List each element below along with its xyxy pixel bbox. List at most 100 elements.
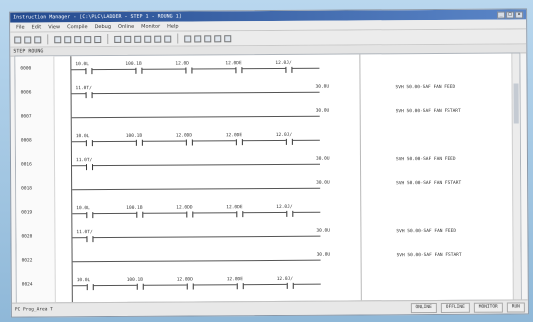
contact[interactable]: 10.0L	[76, 206, 104, 219]
save-icon[interactable]	[34, 35, 42, 43]
contact-address: 100.1B	[126, 205, 143, 211]
step-number: 0022	[21, 258, 33, 264]
ladder-rung[interactable]: 0022 30.0U SVH 50.00-SAF FAN FSTART	[17, 250, 462, 271]
contact-symbol-icon	[135, 139, 143, 146]
output-coil[interactable]: 30.0U	[316, 157, 330, 162]
contact-address: 10.0L	[75, 134, 90, 140]
contact[interactable]: 11.0T/	[76, 158, 104, 171]
minimize-button[interactable]: _	[497, 11, 506, 19]
contact[interactable]: 12.0J/	[277, 277, 305, 289]
coil-icon[interactable]	[134, 35, 142, 43]
contact-symbol-icon	[186, 211, 194, 218]
ladder-rung[interactable]: 0018 30.0U SVH 50.00-SAF FAN FSTART	[16, 178, 461, 199]
contact-address: 12.0DD	[175, 133, 193, 139]
contact[interactable]: 12.0DD	[176, 205, 204, 218]
contact-address: 11.0T/	[76, 230, 93, 236]
contact-address: 100.1B	[125, 61, 142, 67]
contact[interactable]: 12.0DD	[175, 133, 204, 146]
contact-address: 12.0J/	[276, 276, 293, 282]
contact-symbol-icon	[86, 212, 94, 219]
copy-icon[interactable]	[64, 35, 72, 43]
contact[interactable]: 100.1B	[125, 62, 153, 74]
redo-icon[interactable]	[94, 35, 102, 43]
contact[interactable]: 100.1B	[127, 278, 155, 290]
output-coil[interactable]: 30.0U	[316, 109, 330, 114]
toolbar-separator	[47, 34, 49, 45]
contact-symbol-icon	[286, 210, 294, 217]
ladder-rung[interactable]: 0020 11.0T/30.0U SVH 50.00-SAF FAN FEED	[16, 226, 456, 247]
contact-symbol-icon	[186, 283, 194, 290]
contact[interactable]: 12.0J/	[275, 61, 303, 73]
contact-nc-icon[interactable]	[124, 35, 132, 43]
contact[interactable]: 12.0DE	[226, 277, 255, 290]
contact-address: 100.1B	[126, 277, 143, 283]
contact[interactable]: 12.0J/	[276, 133, 304, 145]
monitor-icon[interactable]	[204, 34, 212, 42]
contact-symbol-icon	[136, 283, 144, 290]
output-coil[interactable]: 30.0U	[317, 253, 331, 258]
step-number: 0024	[21, 282, 33, 288]
contact[interactable]: 100.1B	[126, 206, 154, 218]
contact-symbol-icon	[185, 139, 193, 146]
contact-address: 10.0L	[76, 278, 91, 284]
contact[interactable]: 10.0L	[75, 62, 103, 75]
download-icon[interactable]	[194, 34, 202, 42]
paste-icon[interactable]	[74, 35, 82, 43]
contact-symbol-icon	[285, 66, 293, 73]
ladder-rung[interactable]: 0007 30.0U SVH 50.00-SAF FAN FSTART	[16, 106, 461, 127]
menu-online[interactable]: Online	[118, 23, 134, 29]
contact[interactable]: 100.1B	[126, 134, 154, 146]
step-number: 0007	[20, 114, 32, 120]
zoom-icon[interactable]	[214, 34, 222, 42]
menu-compile[interactable]: Compile	[67, 24, 87, 30]
close-button[interactable]: ×	[515, 10, 524, 18]
contact-address: 12.0DE	[226, 277, 243, 283]
contact[interactable]: 10.0L	[76, 278, 105, 291]
ladder-rung[interactable]: 0006 11.0T/30.0U SVH 50.00-SAF FAN FEED	[16, 82, 455, 103]
contact[interactable]: 11.0T/	[76, 230, 104, 243]
contact[interactable]: 12.0DD	[177, 277, 205, 290]
contact[interactable]: 12.0DE	[226, 133, 254, 146]
menu-debug[interactable]: Debug	[95, 23, 111, 29]
maximize-button[interactable]: □	[506, 11, 515, 19]
ladder-rung[interactable]: 0000 10.0L 100.1B 12.0D 12.0DE 12.0J/	[15, 58, 359, 79]
output-coil[interactable]: 30.0U	[316, 181, 330, 186]
menu-monitor[interactable]: Monitor	[141, 23, 160, 29]
scrollbar-thumb[interactable]	[513, 83, 519, 124]
contact-address: 10.0L	[75, 62, 89, 68]
vertical-scrollbar[interactable]	[511, 53, 521, 300]
contact[interactable]: 12.0DE	[226, 205, 254, 218]
contact-address: 12.0DD	[176, 205, 193, 211]
contact[interactable]: 10.0L	[75, 134, 104, 147]
open-folder-icon[interactable]	[24, 35, 32, 43]
contact[interactable]: 12.0DE	[225, 61, 253, 74]
ladder-editor[interactable]: 0000 10.0L 100.1B 12.0D 12.0DE 12.0J/0006 11.0…	[14, 52, 522, 304]
menu-file[interactable]: File	[16, 24, 24, 30]
output-coil[interactable]: 30.0U	[316, 85, 330, 90]
help-icon[interactable]	[224, 34, 232, 42]
rung-wire	[71, 91, 320, 95]
ladder-rung[interactable]: 0016 11.0T/30.0U SVH 50.00-SAF FAN FEED	[16, 154, 456, 175]
branch-icon[interactable]	[144, 35, 152, 43]
menu-help[interactable]: Help	[167, 23, 178, 29]
contact-symbol-icon	[236, 211, 244, 218]
contact-symbol-icon	[185, 67, 193, 74]
contact[interactable]: 11.0T/	[76, 86, 104, 99]
menu-edit[interactable]: Edit	[32, 24, 42, 30]
menu-view[interactable]: View	[48, 24, 60, 30]
ladder-rung[interactable]: 0008 10.0L 100.1B 12.0DD 12.0DE 12.0J/	[16, 130, 360, 151]
new-file-icon[interactable]	[14, 36, 22, 44]
contact[interactable]: 12.0D	[175, 61, 203, 74]
ladder-rung[interactable]: 0024 10.0L 100.1B 12.0DD 12.0DE 12.0J/	[17, 274, 361, 295]
undo-icon[interactable]	[84, 35, 92, 43]
contact-no-icon[interactable]	[114, 35, 122, 43]
timer-icon[interactable]	[154, 35, 162, 43]
rung-wire	[72, 187, 321, 191]
contact[interactable]: 12.0J/	[276, 205, 304, 217]
compile-icon[interactable]	[184, 34, 192, 43]
counter-icon[interactable]	[164, 35, 172, 43]
ladder-rung[interactable]: 0019 10.0L 100.1B 12.0DD 12.0DE 12.0J/	[16, 202, 360, 223]
output-coil[interactable]: 30.0U	[316, 229, 330, 234]
contact-symbol-icon	[285, 138, 293, 145]
cut-icon[interactable]	[54, 35, 62, 43]
